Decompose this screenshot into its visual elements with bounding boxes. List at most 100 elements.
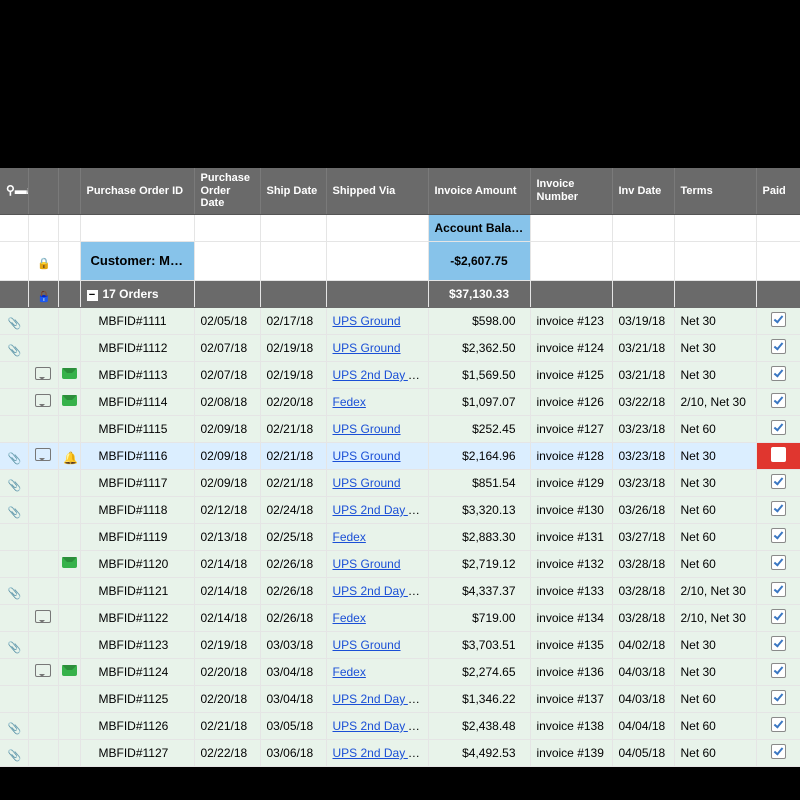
- inv-date: 03/23/18: [612, 469, 674, 496]
- customer-row: Customer: MBF Corp-$2,607.75: [0, 241, 800, 280]
- mail-icon[interactable]: [62, 557, 77, 568]
- ship-date: 02/21/18: [260, 469, 326, 496]
- attachment-icon[interactable]: [8, 505, 20, 517]
- col-invoice-amount[interactable]: Invoice Amount: [428, 168, 530, 214]
- attachment-icon[interactable]: [8, 640, 20, 652]
- po-id: MBFID#1125: [80, 685, 194, 712]
- paid-checkbox[interactable]: [771, 555, 786, 570]
- shipped-via-link[interactable]: UPS Ground: [333, 476, 401, 490]
- col-po-date[interactable]: Purchase Order Date: [194, 168, 260, 214]
- paid-checkbox[interactable]: [771, 609, 786, 624]
- paid-checkbox[interactable]: [771, 717, 786, 732]
- col-shipped-via[interactable]: Shipped Via: [326, 168, 428, 214]
- group-label[interactable]: −17 Orders: [80, 280, 194, 307]
- shipped-via-link[interactable]: UPS Ground: [333, 449, 401, 463]
- table-row[interactable]: MBFID#112002/14/1802/26/18UPS Ground$2,7…: [0, 550, 800, 577]
- table-row[interactable]: MBFID#111302/07/1802/19/18UPS 2nd Day Ai…: [0, 361, 800, 388]
- table-row[interactable]: MBFID#111502/09/1802/21/18UPS Ground$252…: [0, 415, 800, 442]
- table-row[interactable]: MBFID#112102/14/1802/26/18UPS 2nd Day Ai…: [0, 577, 800, 604]
- terms: 2/10, Net 30: [674, 604, 756, 631]
- shipped-via-link[interactable]: Fedex: [333, 665, 366, 679]
- attachment-icon[interactable]: [8, 748, 20, 760]
- collapse-toggle[interactable]: −: [87, 290, 98, 301]
- po-id: MBFID#1121: [80, 577, 194, 604]
- paid-checkbox[interactable]: [771, 663, 786, 678]
- comment-icon[interactable]: [35, 394, 51, 407]
- shipped-via-link[interactable]: UPS 2nd Day Air: [333, 692, 423, 706]
- comment-icon[interactable]: [35, 610, 51, 623]
- po-id: MBFID#1126: [80, 712, 194, 739]
- paid-checkbox[interactable]: [771, 474, 786, 489]
- col-invoice-number[interactable]: Invoice Number: [530, 168, 612, 214]
- paid-checkbox[interactable]: [771, 447, 786, 462]
- paid-checkbox[interactable]: [771, 582, 786, 597]
- attachment-icon[interactable]: [8, 316, 20, 328]
- table-row[interactable]: MBFID#112202/14/1802/26/18Fedex$719.00in…: [0, 604, 800, 631]
- invoice-amount: $1,569.50: [428, 361, 530, 388]
- paid-checkbox[interactable]: [771, 528, 786, 543]
- paid-checkbox[interactable]: [771, 744, 786, 759]
- table-row[interactable]: MBFID#112402/20/1803/04/18Fedex$2,274.65…: [0, 658, 800, 685]
- mail-icon[interactable]: [62, 368, 77, 379]
- shipped-via-link[interactable]: Fedex: [333, 611, 366, 625]
- attachment-icon[interactable]: ⚲: [6, 184, 15, 198]
- attachment-icon[interactable]: [8, 721, 20, 733]
- inv-date: 04/03/18: [612, 658, 674, 685]
- shipped-via-link[interactable]: UPS 2nd Day Air: [333, 503, 423, 517]
- col-po-id[interactable]: Purchase Order ID: [80, 168, 194, 214]
- shipped-via-link[interactable]: UPS 2nd Day Air: [333, 746, 423, 760]
- ship-date: 02/26/18: [260, 604, 326, 631]
- inv-date: 03/22/18: [612, 388, 674, 415]
- col-terms[interactable]: Terms: [674, 168, 756, 214]
- col-inv-date[interactable]: Inv Date: [612, 168, 674, 214]
- table-row[interactable]: MBFID#111402/08/1802/20/18Fedex$1,097.07…: [0, 388, 800, 415]
- header-icons[interactable]: ⚲ ▬ i: [0, 168, 28, 214]
- attachment-icon[interactable]: [8, 343, 20, 355]
- shipped-via-link[interactable]: UPS Ground: [333, 314, 401, 328]
- shipped-via-link[interactable]: UPS 2nd Day Air: [333, 584, 423, 598]
- comment-icon[interactable]: ▬: [15, 184, 27, 198]
- paid-checkbox[interactable]: [771, 393, 786, 408]
- invoice-number: invoice #132: [530, 550, 612, 577]
- comment-icon[interactable]: [35, 664, 51, 677]
- paid-checkbox[interactable]: [771, 501, 786, 516]
- table-row[interactable]: MBFID#112502/20/1803/04/18UPS 2nd Day Ai…: [0, 685, 800, 712]
- paid-checkbox[interactable]: [771, 636, 786, 651]
- shipped-via-link[interactable]: Fedex: [333, 530, 366, 544]
- paid-checkbox[interactable]: [771, 312, 786, 327]
- paid-checkbox[interactable]: [771, 690, 786, 705]
- table-row[interactable]: MBFID#111602/09/1802/21/18UPS Ground$2,1…: [0, 442, 800, 469]
- attachment-icon[interactable]: [8, 451, 20, 463]
- ship-date: 02/21/18: [260, 442, 326, 469]
- table-row[interactable]: MBFID#111902/13/1802/25/18Fedex$2,883.30…: [0, 523, 800, 550]
- paid-checkbox[interactable]: [771, 366, 786, 381]
- shipped-via-link[interactable]: UPS Ground: [333, 422, 401, 436]
- table-row[interactable]: MBFID#111202/07/1802/19/18UPS Ground$2,3…: [0, 334, 800, 361]
- shipped-via-link[interactable]: UPS Ground: [333, 638, 401, 652]
- mail-icon[interactable]: [62, 665, 77, 676]
- col-paid[interactable]: Paid: [756, 168, 800, 214]
- attachment-icon[interactable]: [8, 586, 20, 598]
- table-row[interactable]: MBFID#111102/05/1802/17/18UPS Ground$598…: [0, 307, 800, 334]
- shipped-via-link[interactable]: UPS Ground: [333, 341, 401, 355]
- table-row[interactable]: MBFID#112702/22/1803/06/18UPS 2nd Day Ai…: [0, 739, 800, 766]
- table-row[interactable]: MBFID#111702/09/1802/21/18UPS Ground$851…: [0, 469, 800, 496]
- col-ship-date[interactable]: Ship Date: [260, 168, 326, 214]
- table-row[interactable]: MBFID#112302/19/1803/03/18UPS Ground$3,7…: [0, 631, 800, 658]
- bell-icon[interactable]: [63, 451, 75, 463]
- po-date: 02/12/18: [194, 496, 260, 523]
- attachment-icon[interactable]: [8, 478, 20, 490]
- paid-checkbox[interactable]: [771, 420, 786, 435]
- comment-icon[interactable]: [35, 448, 51, 461]
- paid-checkbox[interactable]: [771, 339, 786, 354]
- mail-icon[interactable]: [62, 395, 77, 406]
- table-row[interactable]: MBFID#111802/12/1802/24/18UPS 2nd Day Ai…: [0, 496, 800, 523]
- comment-icon[interactable]: [35, 367, 51, 380]
- po-date: 02/21/18: [194, 712, 260, 739]
- shipped-via-link[interactable]: UPS 2nd Day Air: [333, 719, 423, 733]
- group-row[interactable]: −17 Orders$37,130.33: [0, 280, 800, 307]
- shipped-via-link[interactable]: UPS 2nd Day Air: [333, 368, 423, 382]
- shipped-via-link[interactable]: Fedex: [333, 395, 366, 409]
- table-row[interactable]: MBFID#112602/21/1803/05/18UPS 2nd Day Ai…: [0, 712, 800, 739]
- shipped-via-link[interactable]: UPS Ground: [333, 557, 401, 571]
